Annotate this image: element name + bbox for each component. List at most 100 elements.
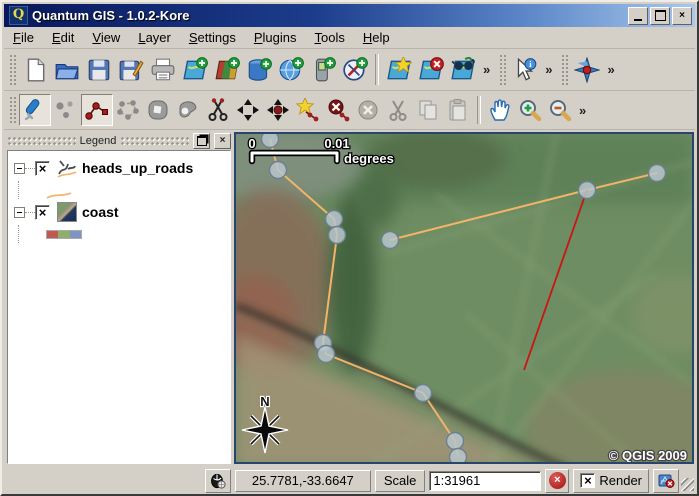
capture-point-button[interactable] [51, 95, 81, 125]
toolbar-grip[interactable] [8, 95, 16, 125]
save-project-button[interactable] [83, 54, 115, 86]
menu-item-view[interactable]: View [83, 28, 129, 47]
toolbar-overflow-chevron[interactable]: » [603, 62, 618, 77]
toolbar-separator [375, 54, 379, 85]
toolbar-grip[interactable] [498, 53, 506, 86]
legend-title: Legend [80, 135, 117, 147]
scale-input[interactable] [429, 471, 541, 491]
menu-item-file[interactable]: File [4, 28, 43, 47]
toolbar-overflow-chevron[interactable]: » [575, 103, 590, 118]
scale-label: Scale [375, 470, 426, 492]
digitizing-toolbar: » [4, 91, 695, 130]
layer-visibility-checkbox[interactable]: × [35, 161, 50, 176]
paste-features-button[interactable] [443, 95, 473, 125]
legend-titlebar[interactable]: Legend × [7, 132, 231, 149]
cut-features-button[interactable] [383, 95, 413, 125]
menu-item-help[interactable]: Help [354, 28, 399, 47]
panel-close-button[interactable]: × [214, 133, 231, 149]
vertex-marker [262, 134, 279, 148]
north-label: N [260, 394, 269, 409]
menu-item-tools[interactable]: Tools [305, 28, 353, 47]
toolbar-overflow-chevron[interactable]: » [541, 62, 556, 77]
copy-features-button[interactable] [413, 95, 443, 125]
add-raster-layer-button[interactable] [211, 54, 243, 86]
tree-expander[interactable] [14, 207, 25, 218]
capture-polygon-button[interactable] [113, 95, 143, 125]
vertex-marker [447, 433, 464, 450]
menu-item-layer[interactable]: Layer [129, 28, 180, 47]
node-tool-button[interactable] [263, 95, 293, 125]
legend-symbology-coast [8, 225, 230, 243]
application-window: Q Quantum GIS - 1.0.2-Kore × FileEditVie… [0, 0, 699, 496]
render-checkbox-label: Render [599, 473, 642, 488]
remove-layer-button[interactable] [415, 54, 447, 86]
crs-status-icon [658, 473, 675, 489]
maximize-button[interactable] [650, 7, 670, 25]
layer-visibility-checkbox[interactable]: × [35, 205, 50, 220]
render-toggle[interactable]: × Render [573, 469, 649, 493]
delete-vertex-button[interactable] [323, 95, 353, 125]
crs-status-button[interactable] [653, 469, 679, 493]
vertex-marker [318, 346, 335, 363]
save-project-as-button[interactable] [115, 54, 147, 86]
close-icon: × [679, 10, 685, 21]
menu-item-plugins[interactable]: Plugins [245, 28, 306, 47]
window-resize-grip[interactable] [681, 478, 694, 491]
menu-item-edit[interactable]: Edit [43, 28, 83, 47]
stop-render-button[interactable]: × [545, 469, 569, 493]
panel-float-button[interactable] [193, 133, 210, 149]
split-features-button[interactable] [203, 95, 233, 125]
zoom-to-selection-button[interactable] [571, 54, 603, 86]
add-vertex-button[interactable] [293, 95, 323, 125]
identify-features-button[interactable]: i [509, 54, 541, 86]
add-postgis-layer-button[interactable] [243, 54, 275, 86]
add-vector-layer-button[interactable] [179, 54, 211, 86]
move-feature-button[interactable] [143, 95, 173, 125]
add-wms-layer-button[interactable] [275, 54, 307, 86]
pan-map-button[interactable] [485, 95, 515, 125]
toolbar-grip[interactable] [560, 53, 568, 86]
open-project-button[interactable] [51, 54, 83, 86]
zoom-in-button[interactable] [515, 95, 545, 125]
toolbar-grip[interactable] [8, 53, 16, 86]
vertex-marker [579, 182, 596, 199]
vertex-marker [382, 232, 399, 249]
scale-bar-right-label: 0.01 [324, 136, 349, 151]
minimize-button[interactable] [628, 7, 648, 25]
legend-layer-heads_up_roads[interactable]: ×heads_up_roads [8, 155, 230, 181]
create-gpx-layer-button[interactable] [339, 54, 371, 86]
reshape-features-button[interactable] [173, 95, 203, 125]
file-toolbar: » i » » [4, 49, 695, 91]
new-vector-layer-button[interactable] [383, 54, 415, 86]
tree-expander[interactable] [14, 163, 25, 174]
roads-icon [56, 158, 78, 178]
close-icon: × [220, 135, 226, 146]
panel-grip-texture [7, 136, 76, 145]
add-to-overview-button[interactable] [447, 54, 479, 86]
map-canvas[interactable]: 0 0.01 degrees N © QGIS 2009 [234, 132, 694, 464]
title-bar[interactable]: Q Quantum GIS - 1.0.2-Kore × [4, 4, 695, 27]
menu-item-settings[interactable]: Settings [180, 28, 245, 47]
minimize-icon [634, 19, 642, 21]
delete-selected-button[interactable] [353, 95, 383, 125]
close-button[interactable]: × [672, 7, 692, 25]
toolbar-overflow-chevron[interactable]: » [479, 62, 494, 77]
legend-layer-coast[interactable]: × coast [8, 199, 230, 225]
print-composer-button[interactable] [147, 54, 179, 86]
layer-name: coast [82, 204, 119, 220]
toggle-editing-button[interactable] [19, 94, 51, 126]
zoom-out-button[interactable] [545, 95, 575, 125]
render-checkbox[interactable]: × [580, 473, 595, 488]
status-bar: 25.7781,-33.6647 Scale × × Render [4, 467, 695, 494]
mouse-position-toggle-button[interactable] [205, 469, 231, 493]
new-project-button[interactable] [19, 54, 51, 86]
satellite-basemap [236, 134, 692, 462]
legend-tree: ×heads_up_roads×coast [7, 150, 231, 464]
scale-bar-unit-label: degrees [344, 151, 394, 166]
capture-line-button[interactable] [81, 94, 113, 126]
stop-render-icon: × [549, 472, 566, 489]
vertex-marker [326, 211, 343, 228]
move-vertex-button[interactable] [233, 95, 263, 125]
tree-connector [25, 211, 35, 213]
gps-tools-button[interactable] [307, 54, 339, 86]
